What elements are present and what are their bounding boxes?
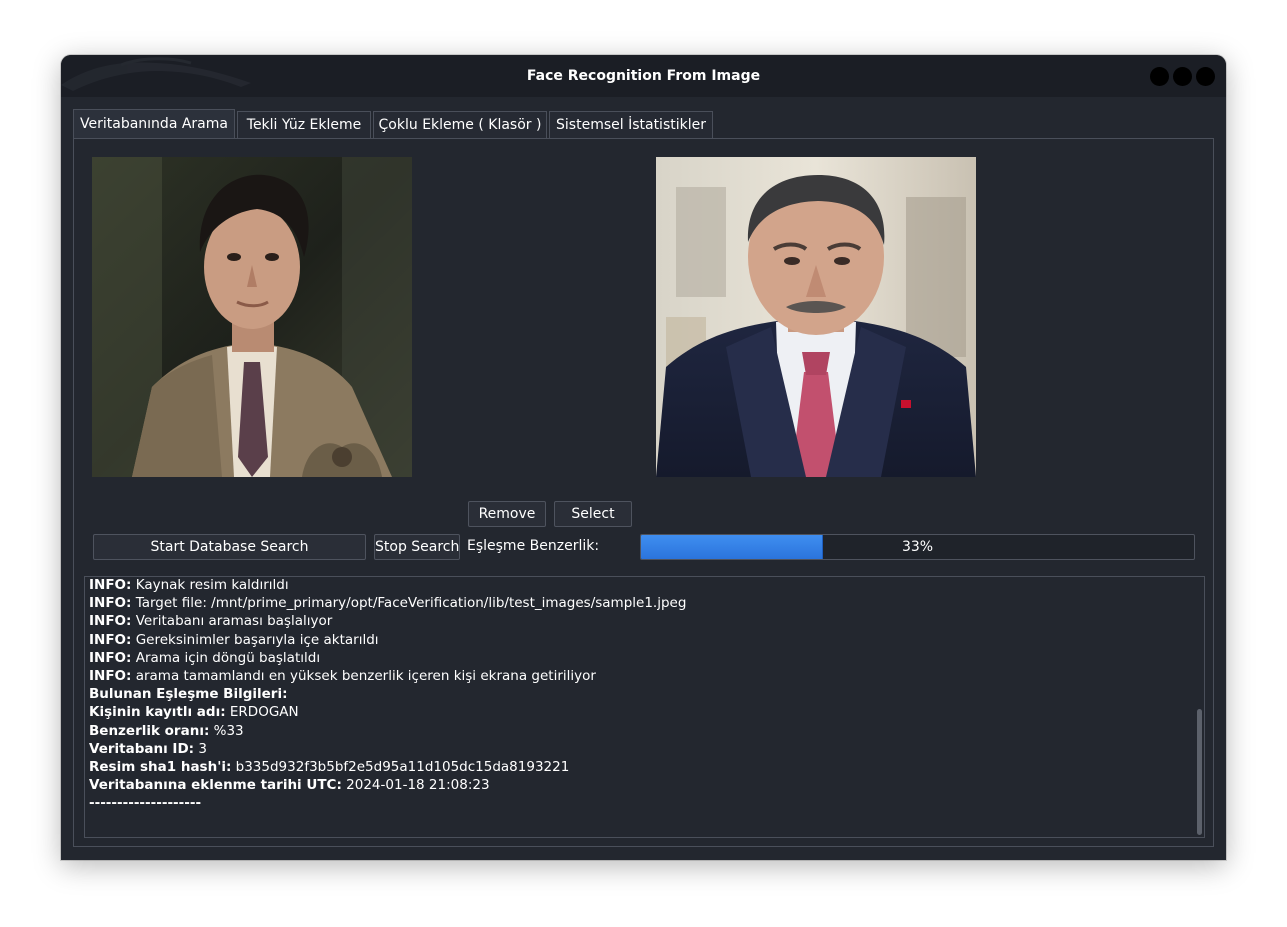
log-output[interactable]: INFO: Kaynak resim kaldırıldı INFO: Targe… <box>84 576 1205 838</box>
log-line-text: arama tamamlandı en yüksek benzerlik içe… <box>131 668 596 684</box>
maximize-button[interactable] <box>1173 67 1192 86</box>
start-database-search-button[interactable]: Start Database Search <box>93 534 366 560</box>
log-line: Resim sha1 hash'i: b335d932f3b5bf2e5d95a… <box>89 758 569 777</box>
log-line-key: INFO: <box>89 668 132 684</box>
matched-portrait-icon <box>656 157 976 477</box>
log-line-text: ERDOGAN <box>225 704 299 721</box>
close-button[interactable] <box>1196 67 1215 86</box>
tab-single-face-add[interactable]: Tekli Yüz Ekleme <box>237 111 371 139</box>
select-button[interactable]: Select <box>554 501 632 527</box>
progress-text: 33% <box>901 539 934 555</box>
log-line: Veritabanı ID: 3 <box>89 740 207 759</box>
stop-search-button[interactable]: Stop Search <box>374 534 460 560</box>
log-line-key: Benzerlik oranı: <box>89 722 210 739</box>
tab-system-statistics[interactable]: Sistemsel İstatistikler <box>549 111 713 139</box>
matched-image <box>656 157 976 477</box>
log-line-key: Veritabanına eklenme tarihi UTC: <box>89 777 342 794</box>
log-line-key: Kişinin kayıtlı adı: <box>89 704 226 721</box>
log-line: INFO: Veritabanı araması başlalıyor <box>89 612 332 631</box>
log-line-key: Veritabanı ID: <box>89 740 195 757</box>
log-line-text: Veritabanı araması başlalıyor <box>131 613 333 630</box>
log-line: Benzerlik oranı: %33 <box>89 722 244 741</box>
log-line-key: Bulunan Eşleşme Bilgileri: <box>89 686 288 703</box>
tab-database-search[interactable]: Veritabanında Arama <box>73 109 235 139</box>
app-window: Face Recognition From Image Veritabanınd… <box>61 55 1226 860</box>
log-line-key: Resim sha1 hash'i: <box>89 759 232 775</box>
similarity-progress-bar: 33% <box>640 534 1195 560</box>
minimize-button[interactable] <box>1150 67 1169 86</box>
log-line-text: 2024-01-18 21:08:23 <box>341 777 490 794</box>
window-title: Face Recognition From Image <box>526 68 761 84</box>
log-line: INFO: arama tamamlandı en yüksek benzerl… <box>89 667 596 686</box>
log-line-text: Gereksinimler başarıyla içe aktarıldı <box>131 631 379 648</box>
log-scrollbar[interactable] <box>1197 709 1202 835</box>
remove-button[interactable]: Remove <box>468 501 546 527</box>
log-line-text: b335d932f3b5bf2e5d95a11d105dc15da8193221 <box>231 759 570 775</box>
log-line-key: INFO: <box>89 595 132 612</box>
log-line-text: %33 <box>209 722 244 739</box>
log-line: INFO: Arama için döngü başlatıldı <box>89 649 320 668</box>
source-image <box>92 157 412 477</box>
tab-bulk-folder-add[interactable]: Çoklu Ekleme ( Klasör ) <box>373 111 547 139</box>
log-line-key: INFO: <box>89 577 132 593</box>
log-line: Kişinin kayıtlı adı: ERDOGAN <box>89 703 299 722</box>
log-line-key: INFO: <box>89 631 132 648</box>
similarity-label: Eşleşme Benzerlik: <box>467 538 600 554</box>
log-line: Bulunan Eşleşme Bilgileri: <box>89 685 287 704</box>
log-line-key: INFO: <box>89 613 132 630</box>
log-line: INFO: Kaynak resim kaldırıldı <box>89 577 289 595</box>
log-line: -------------------- <box>89 794 201 813</box>
log-line: INFO: Gereksinimler başarıyla içe aktarı… <box>89 631 379 650</box>
source-portrait-icon <box>92 157 412 477</box>
log-line-key: -------------------- <box>89 795 202 812</box>
log-line-text: Arama için döngü başlatıldı <box>131 649 321 666</box>
log-line-text: Target file: /mnt/prime_primary/opt/Face… <box>131 595 687 612</box>
search-panel: Remove Select Start Database Search Stop… <box>73 138 1214 847</box>
log-line: Veritabanına eklenme tarihi UTC: 2024-01… <box>89 776 490 795</box>
log-line-text: 3 <box>194 740 207 757</box>
log-line-text: Kaynak resim kaldırıldı <box>131 577 289 593</box>
title-bar[interactable]: Face Recognition From Image <box>61 55 1226 97</box>
log-line-key: INFO: <box>89 649 132 666</box>
log-line: INFO: Target file: /mnt/prime_primary/op… <box>89 594 686 613</box>
